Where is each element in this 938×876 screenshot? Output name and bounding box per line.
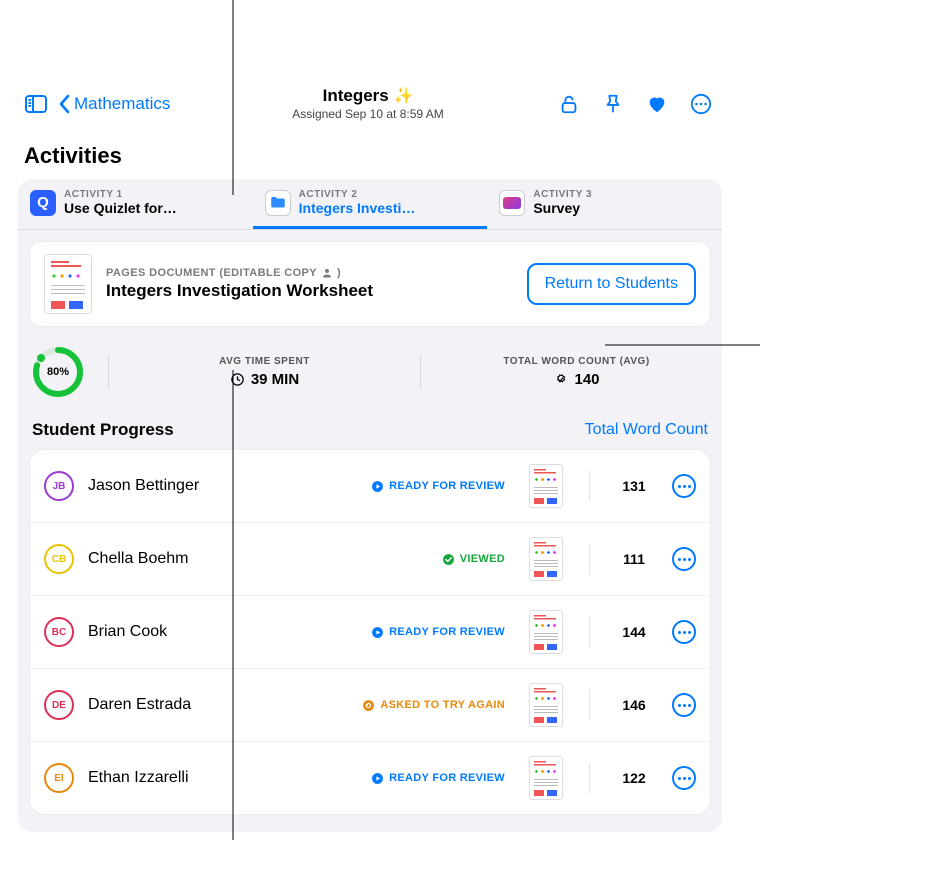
tab-activity-2[interactable]: ACTIVITY 2 Integers Investi… <box>253 179 488 229</box>
favorite-icon[interactable] <box>646 93 668 115</box>
page-title: Integers ✨ <box>237 86 499 106</box>
stats-row: 80% AVG TIME SPENT 39 MIN TOTAL WORD COU… <box>18 338 722 412</box>
student-name: Daren Estrada <box>88 696 348 714</box>
divider <box>589 763 590 793</box>
student-progress-title: Student Progress <box>32 420 585 440</box>
header-left: Mathematics <box>24 92 225 116</box>
stat-overline: TOTAL WORD COUNT (AVG) <box>445 356 708 367</box>
status-badge: READY FOR REVIEW <box>371 626 505 639</box>
sidebar-toggle-icon[interactable] <box>24 92 48 116</box>
word-count: 111 <box>616 551 652 567</box>
submission-thumbnail[interactable] <box>529 683 563 727</box>
document-labels: PAGES DOCUMENT (EDITABLE COPY ) Integers… <box>106 267 513 301</box>
progress-label: 80% <box>32 346 84 398</box>
divider <box>589 617 590 647</box>
divider <box>589 471 590 501</box>
stat-word-count: TOTAL WORD COUNT (AVG) 140 <box>445 356 708 388</box>
row-more-button[interactable] <box>672 547 696 571</box>
divider <box>108 355 109 389</box>
student-name: Brian Cook <box>88 623 357 641</box>
more-icon[interactable] <box>690 93 712 115</box>
row-more-button[interactable] <box>672 620 696 644</box>
pin-icon[interactable] <box>602 93 624 115</box>
tab-overline: ACTIVITY 2 <box>299 189 416 200</box>
progress-ring: 80% <box>32 346 84 398</box>
quizlet-icon: Q <box>30 190 56 216</box>
return-to-students-button[interactable]: Return to Students <box>527 263 696 305</box>
document-row: PAGES DOCUMENT (EDITABLE COPY ) Integers… <box>30 242 710 326</box>
person-icon <box>321 267 333 279</box>
document-overline-suffix: ) <box>337 267 341 279</box>
back-button[interactable]: Mathematics <box>58 94 170 114</box>
status-badge: READY FOR REVIEW <box>371 772 505 785</box>
section-title: Activities <box>10 125 730 179</box>
activity-tabs: Q ACTIVITY 1 Use Quizlet for… ACTIVITY 2… <box>18 179 722 230</box>
avatar: DE <box>44 690 74 720</box>
student-name: Jason Bettinger <box>88 477 357 495</box>
submission-thumbnail[interactable] <box>529 464 563 508</box>
folder-icon <box>265 190 291 216</box>
stat-value: 140 <box>574 371 599 388</box>
status-badge: READY FOR REVIEW <box>371 480 505 493</box>
student-progress-filter[interactable]: Total Word Count <box>585 421 708 439</box>
avatar: EI <box>44 763 74 793</box>
tab-title: Survey <box>533 200 592 216</box>
status-badge: ASKED TO TRY AGAIN <box>362 699 505 712</box>
stat-avg-time: AVG TIME SPENT 39 MIN <box>133 356 396 388</box>
word-count: 122 <box>616 770 652 786</box>
student-row[interactable]: DE Daren Estrada ASKED TO TRY AGAIN 146 <box>30 669 710 742</box>
avatar: BC <box>44 617 74 647</box>
status-badge: VIEWED <box>442 553 505 566</box>
tab-title: Integers Investi… <box>299 200 416 216</box>
student-list: JB Jason Bettinger READY FOR REVIEW 131 CB Ch… <box>30 450 710 814</box>
avatar: JB <box>44 471 74 501</box>
document-title: Integers Investigation Worksheet <box>106 281 513 301</box>
submission-thumbnail[interactable] <box>529 756 563 800</box>
back-label: Mathematics <box>74 94 170 114</box>
student-row[interactable]: CB Chella Boehm VIEWED 111 <box>30 523 710 596</box>
student-name: Chella Boehm <box>88 550 428 568</box>
header-actions <box>511 93 716 115</box>
survey-icon <box>499 190 525 216</box>
tab-activity-1[interactable]: Q ACTIVITY 1 Use Quizlet for… <box>18 179 253 229</box>
tab-title: Use Quizlet for… <box>64 200 177 216</box>
tab-overline: ACTIVITY 1 <box>64 189 177 200</box>
header-bar: Mathematics Integers ✨ Assigned Sep 10 a… <box>10 78 730 125</box>
document-overline-text: PAGES DOCUMENT (EDITABLE COPY <box>106 267 317 279</box>
submission-thumbnail[interactable] <box>529 610 563 654</box>
unlock-icon[interactable] <box>558 93 580 115</box>
word-count: 144 <box>616 624 652 640</box>
badge-icon <box>553 372 568 387</box>
divider <box>589 690 590 720</box>
document-thumbnail[interactable] <box>44 254 92 314</box>
student-row[interactable]: JB Jason Bettinger READY FOR REVIEW 131 <box>30 450 710 523</box>
tab-overline: ACTIVITY 3 <box>533 189 592 200</box>
page-subtitle: Assigned Sep 10 at 8:59 AM <box>237 107 499 121</box>
row-more-button[interactable] <box>672 474 696 498</box>
divider <box>420 355 421 389</box>
document-overline: PAGES DOCUMENT (EDITABLE COPY ) <box>106 267 513 279</box>
row-more-button[interactable] <box>672 766 696 790</box>
clock-icon <box>230 372 245 387</box>
activities-card: Q ACTIVITY 1 Use Quizlet for… ACTIVITY 2… <box>18 179 722 832</box>
word-count: 131 <box>616 478 652 494</box>
row-more-button[interactable] <box>672 693 696 717</box>
student-row[interactable]: EI Ethan Izzarelli READY FOR REVIEW 122 <box>30 742 710 814</box>
sparkles-icon: ✨ <box>393 88 413 105</box>
stat-overline: AVG TIME SPENT <box>133 356 396 367</box>
app-window: Mathematics Integers ✨ Assigned Sep 10 a… <box>10 78 730 832</box>
stat-value: 39 MIN <box>251 371 299 388</box>
avatar: CB <box>44 544 74 574</box>
divider <box>589 544 590 574</box>
submission-thumbnail[interactable] <box>529 537 563 581</box>
page-title-text: Integers <box>323 86 389 105</box>
tab-activity-3[interactable]: ACTIVITY 3 Survey <box>487 179 722 229</box>
student-row[interactable]: BC Brian Cook READY FOR REVIEW 144 <box>30 596 710 669</box>
student-progress-header: Student Progress Total Word Count <box>18 412 722 450</box>
word-count: 146 <box>616 697 652 713</box>
student-name: Ethan Izzarelli <box>88 769 357 787</box>
header-center: Integers ✨ Assigned Sep 10 at 8:59 AM <box>237 86 499 121</box>
